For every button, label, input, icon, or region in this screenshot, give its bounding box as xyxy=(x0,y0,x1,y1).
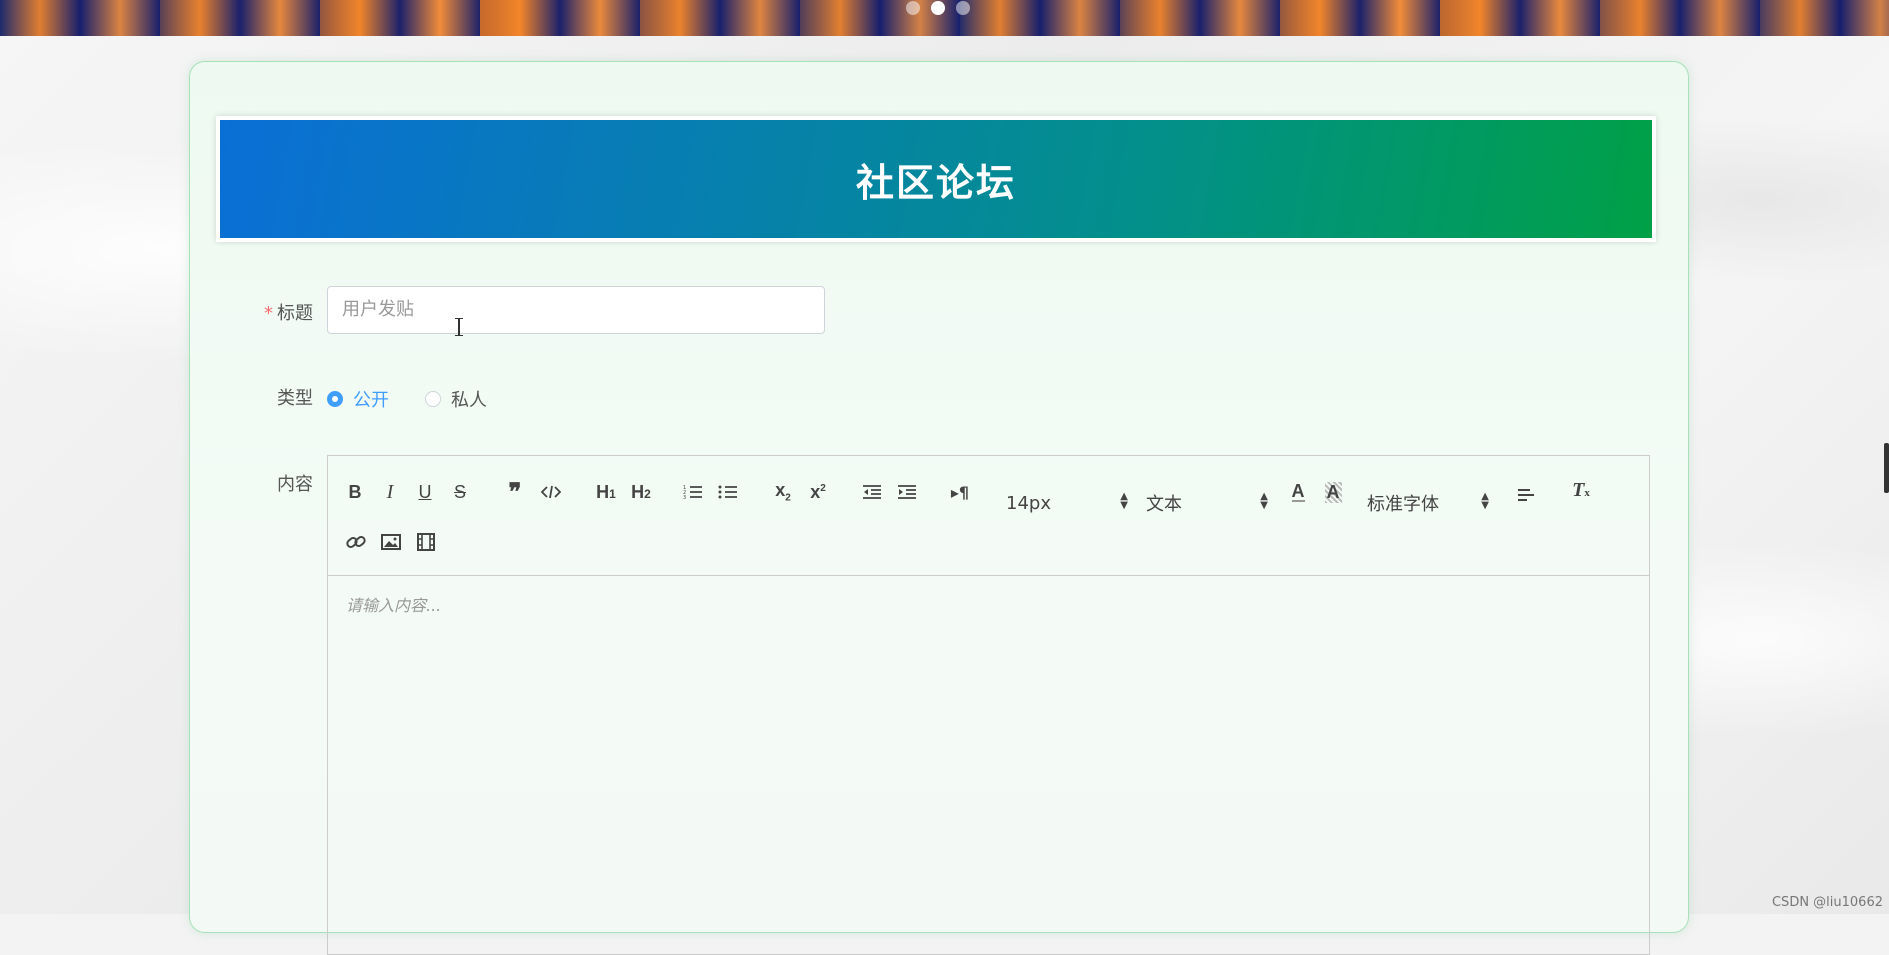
radio-public-circle[interactable] xyxy=(327,391,343,407)
blockquote-icon[interactable]: ❞ xyxy=(504,477,526,507)
carousel-dot-2[interactable] xyxy=(931,1,945,15)
title-input-placeholder: 用户发贴 xyxy=(342,299,414,320)
page-title: 社区论坛 xyxy=(855,160,1016,205)
chevron-up-down-icon: ▲ ▼ xyxy=(1120,491,1128,511)
chevron-up-down-icon: ▲ ▼ xyxy=(1481,491,1489,511)
font-family-value: 标准字体 xyxy=(1367,494,1439,515)
title-label: * 标题 xyxy=(264,303,313,324)
svg-text:3: 3 xyxy=(683,495,686,500)
underline-icon[interactable]: U xyxy=(414,477,436,507)
header-picker-value: 文本 xyxy=(1146,494,1182,515)
rich-text-editor: B I U S ❞ H1 H2 123 x2 x2 ▸¶ 14px ▲ ▼ 文本… xyxy=(327,455,1650,955)
radio-private[interactable]: 私人 xyxy=(425,386,487,412)
watermark-text: CSDN @liu10662 xyxy=(1771,895,1883,910)
type-radio-group: 公开 私人 xyxy=(327,386,523,412)
font-color-icon[interactable]: A xyxy=(1286,477,1310,507)
superscript-icon[interactable]: x2 xyxy=(806,477,830,507)
heading-1-icon[interactable]: H1 xyxy=(593,477,619,507)
text-cursor-icon xyxy=(455,318,463,336)
indent-icon[interactable] xyxy=(895,477,919,507)
font-family-picker[interactable]: 标准字体 ▲ ▼ xyxy=(1367,488,1489,518)
strikethrough-icon[interactable]: S xyxy=(449,477,471,507)
font-size-picker[interactable]: 14px ▲ ▼ xyxy=(1006,488,1128,518)
background-color-icon[interactable]: A xyxy=(1321,477,1345,507)
radio-public[interactable]: 公开 xyxy=(327,386,389,412)
title-input[interactable]: 用户发贴 xyxy=(327,286,825,334)
image-icon[interactable] xyxy=(379,527,403,557)
bold-icon[interactable]: B xyxy=(344,477,366,507)
link-icon[interactable] xyxy=(344,527,368,557)
radio-private-circle[interactable] xyxy=(425,391,441,407)
forum-header: 社区论坛 xyxy=(216,116,1656,242)
bullet-list-icon[interactable] xyxy=(716,477,740,507)
video-icon[interactable] xyxy=(414,527,438,557)
carousel-indicators xyxy=(906,1,970,15)
editor-placeholder: 请输入内容... xyxy=(346,596,442,615)
carousel-dot-3[interactable] xyxy=(956,1,970,15)
subscript-icon[interactable]: x2 xyxy=(771,477,795,507)
outdent-icon[interactable] xyxy=(860,477,884,507)
text-direction-icon[interactable]: ▸¶ xyxy=(948,477,972,507)
carousel-dot-1[interactable] xyxy=(906,1,920,15)
type-label: 类型 xyxy=(277,388,313,409)
editor-content-area[interactable]: 请输入内容... xyxy=(328,576,1649,632)
code-block-icon[interactable] xyxy=(539,477,563,507)
page-scrollbar-thumb[interactable] xyxy=(1884,443,1889,493)
italic-icon[interactable]: I xyxy=(379,477,401,507)
heading-2-icon[interactable]: H2 xyxy=(628,477,654,507)
content-label: 内容 xyxy=(277,474,313,495)
font-size-value: 14px xyxy=(1006,492,1051,514)
header-picker[interactable]: 文本 ▲ ▼ xyxy=(1146,488,1268,518)
ordered-list-icon[interactable]: 123 xyxy=(681,477,705,507)
radio-public-label[interactable]: 公开 xyxy=(353,386,389,412)
chevron-up-down-icon: ▲ ▼ xyxy=(1260,491,1268,511)
editor-toolbar: B I U S ❞ H1 H2 123 x2 x2 ▸¶ 14px ▲ ▼ 文本… xyxy=(328,456,1649,576)
post-form-card: 社区论坛 * 标题 用户发贴 类型 公开 私人 内容 B I U S ❞ H1 … xyxy=(189,61,1689,955)
radio-private-label[interactable]: 私人 xyxy=(451,386,487,412)
clear-format-icon[interactable]: Tx xyxy=(1569,475,1593,505)
required-mark: * xyxy=(264,303,273,324)
align-icon[interactable] xyxy=(1514,480,1538,510)
